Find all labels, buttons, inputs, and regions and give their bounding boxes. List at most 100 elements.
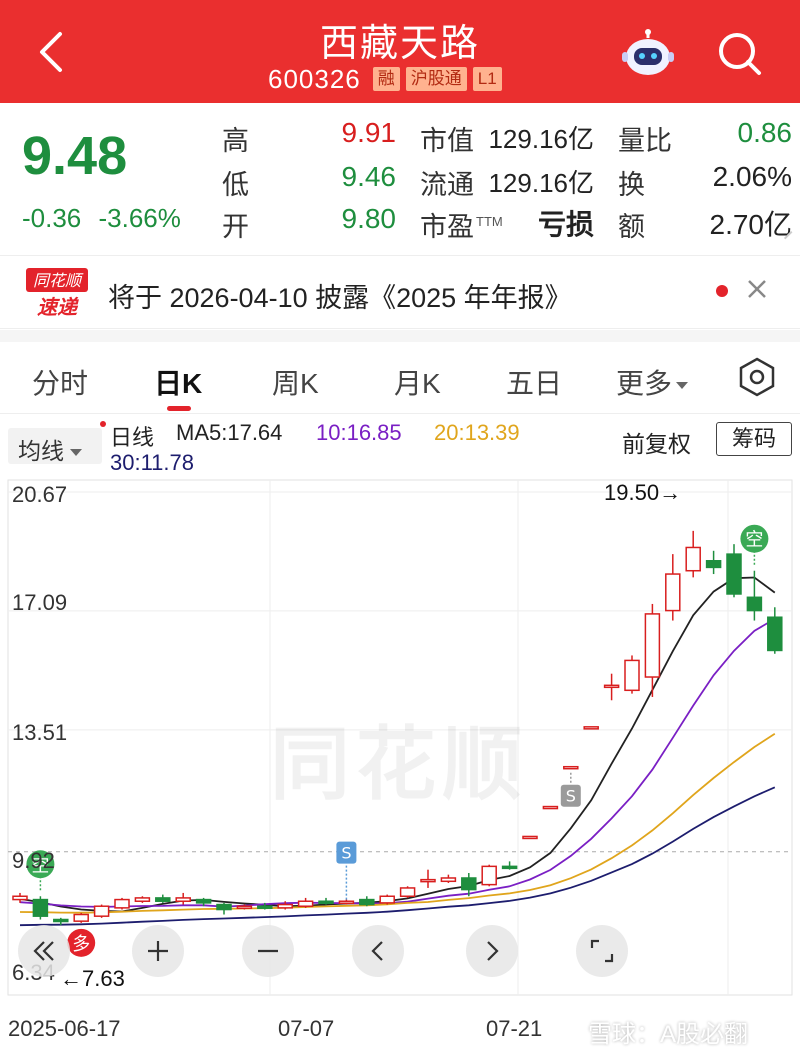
plus-icon [148, 941, 168, 961]
label-open: 开 [222, 212, 249, 242]
candle-body [665, 573, 681, 612]
candle-body [32, 898, 49, 917]
app-header: 西藏天路 600326 融 沪股通 L1 [0, 0, 800, 103]
tab-monthly-k[interactable]: 月K [394, 362, 441, 402]
candle-body [379, 895, 395, 904]
candle-body [440, 877, 457, 883]
candle-body [461, 877, 477, 891]
candle-body [542, 805, 559, 810]
section-divider [0, 330, 800, 342]
candle-body [603, 684, 620, 689]
last-price: 9.48 [22, 126, 128, 186]
tag-level[interactable]: L1 [472, 67, 502, 91]
chart-settings-button[interactable] [736, 356, 778, 398]
candle-body [12, 895, 28, 901]
search-button[interactable] [714, 28, 764, 78]
tab-daily-k[interactable]: 日K [154, 362, 202, 402]
change-percent: -3.66% [98, 203, 181, 233]
scroll-right-button[interactable] [466, 925, 518, 977]
value-open: 9.80 [341, 203, 397, 234]
x-tick-label: 07-21 [486, 1016, 543, 1041]
chevron-right-icon [487, 941, 499, 961]
arrow-right-icon: → [659, 480, 682, 505]
ma-indicator-dot [100, 421, 106, 427]
candle-body [481, 865, 497, 886]
candle-body [53, 918, 69, 923]
close-announcement-button[interactable] [742, 274, 772, 304]
candle-body [705, 560, 722, 569]
tab-weekly-k[interactable]: 周K [272, 362, 319, 402]
label-pe-text: 市盈 [420, 212, 474, 242]
x-tick-label: 2025-06-17 [8, 1016, 121, 1041]
announcement-text[interactable]: 将于 2026-04-10 披露《2025 年年报》 [108, 276, 572, 315]
y-tick-label: 20.67 [12, 482, 68, 507]
assistant-button[interactable] [620, 28, 676, 80]
period-low-label: ←7.63 [60, 966, 125, 992]
candle-body [257, 905, 273, 909]
candle-body [73, 913, 89, 922]
ths-logo-top: 同花顺 [33, 271, 84, 290]
hexagon-settings-icon [739, 357, 775, 397]
tag-connect[interactable]: 沪股通 [405, 67, 467, 91]
ma-period-label: 日线 [110, 425, 155, 450]
candle-body [195, 898, 212, 904]
chip-distribution-button[interactable]: 筹码 [716, 422, 792, 456]
candle-body [359, 898, 375, 906]
candle-body [114, 898, 130, 909]
candle-body [726, 553, 742, 595]
period-low-value: 7.63 [82, 966, 125, 991]
sell-signal-label: 空 [745, 530, 763, 551]
candle-body [624, 659, 640, 692]
label-market-cap: 市值 [420, 126, 474, 156]
tab-intraday[interactable]: 分时 [32, 362, 88, 402]
candle-body [236, 905, 253, 909]
candle-body [134, 897, 151, 902]
rewind-button[interactable] [18, 925, 70, 977]
ma10-value: 10:16.85 [316, 420, 402, 445]
value-market-cap: 129.16亿 [488, 124, 594, 154]
buy-signal-label: 多 [72, 934, 90, 955]
candle-body [297, 900, 314, 907]
value-low: 9.46 [341, 161, 397, 192]
fullscreen-button[interactable] [576, 925, 628, 977]
tag-margin[interactable]: 融 [372, 67, 400, 91]
y-tick-label: 17.09 [12, 590, 68, 615]
candle-body [501, 865, 518, 870]
tab-five-day[interactable]: 五日 [506, 362, 562, 402]
candle-body [399, 887, 416, 898]
change-amount: -0.36 [22, 203, 82, 233]
price-change: -0.36 -3.66% [22, 203, 191, 234]
strategy-flag-label: S [566, 787, 576, 806]
scroll-left-button[interactable] [352, 925, 404, 977]
chevron-left-icon [371, 941, 383, 961]
candle-body [746, 596, 763, 612]
adjust-forward-button[interactable]: 前复权 [622, 425, 691, 459]
candle-body [767, 616, 783, 652]
candle-body [93, 905, 110, 917]
candle-body [563, 765, 579, 770]
period-high-value: 19.50 [604, 480, 660, 505]
zoom-in-button[interactable] [132, 925, 184, 977]
caret-down-icon [676, 382, 689, 390]
period-high-label: 19.50→ [604, 480, 681, 506]
candle-body [685, 546, 701, 572]
value-high: 9.91 [341, 117, 397, 148]
source-watermark: 雪球：A股必翻 [588, 1021, 749, 1048]
value-volume-ratio: 0.86 [737, 117, 793, 148]
search-icon [719, 33, 761, 75]
robot-icon [622, 29, 674, 75]
tab-more[interactable]: 更多 [616, 362, 689, 402]
fullscreen-icon [590, 939, 614, 963]
candle-body [155, 897, 171, 902]
x-tick-label: 07-07 [278, 1016, 335, 1041]
ma-selector[interactable]: 均线 [8, 428, 102, 464]
chart-period-tabs: 分时 日K 周K 月K 五日 更多 [0, 342, 800, 414]
announcement-bar[interactable]: 同花顺 速递 将于 2026-04-10 披露《2025 年年报》 [0, 255, 800, 329]
value-amount: 2.70亿 [709, 209, 793, 240]
ma5-value: MA5:17.64 [176, 420, 283, 445]
caret-down-icon [70, 449, 82, 457]
zoom-out-button[interactable] [242, 925, 294, 977]
active-tab-indicator [167, 406, 191, 411]
candle-body [522, 835, 538, 840]
watermark-logo: 同花顺 [270, 720, 528, 809]
